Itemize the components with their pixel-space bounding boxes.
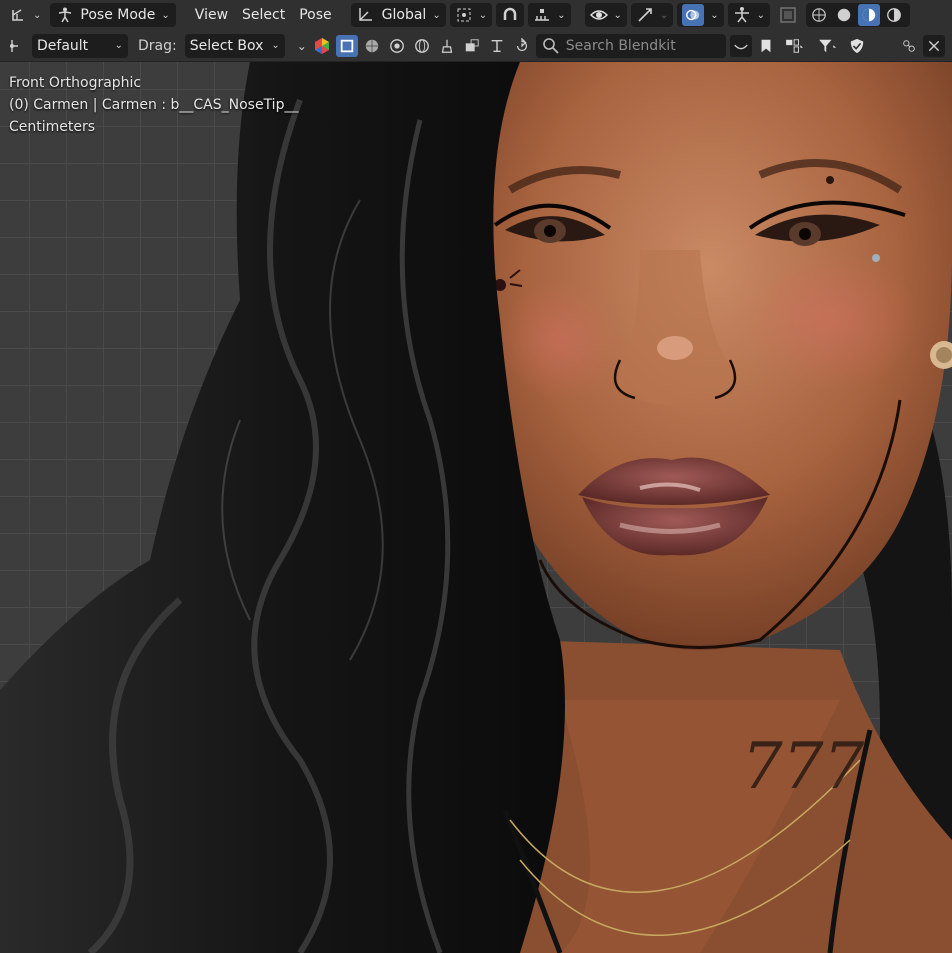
close-icon[interactable] [923, 34, 945, 57]
snap-target-dropdown[interactable]: ⌄ [528, 3, 571, 27]
tool-preset-dropdown[interactable]: Default ⌄ [32, 33, 128, 58]
snap-toggle[interactable] [496, 3, 525, 27]
overlays-icon[interactable] [682, 4, 705, 26]
tool-preset-label: Default [37, 37, 89, 54]
orientation-label: Global [381, 7, 427, 23]
search-icon [542, 37, 560, 55]
chevron-down-icon: ⌄ [710, 9, 719, 21]
chevron-down-icon: ⌄ [659, 9, 669, 21]
sphere-icon[interactable] [386, 35, 408, 57]
material-ball-icon[interactable] [361, 35, 383, 57]
shield-icon[interactable] [846, 35, 868, 57]
editor-type-button[interactable]: ⌄ [4, 3, 46, 27]
menu-pose[interactable]: Pose [294, 3, 336, 27]
character-render: 777 [0, 62, 952, 953]
magnet-icon [501, 6, 519, 24]
bone-overlay-dropdown[interactable]: ⌄ [727, 3, 771, 27]
rendered-shading-icon[interactable] [883, 4, 905, 26]
mode-label: Pose Mode [80, 7, 156, 23]
drag-dropdown[interactable]: Select Box ⌄ [184, 33, 285, 58]
units-label: Centimeters [9, 119, 96, 135]
xray-toggle[interactable] [774, 3, 802, 27]
search-placeholder: Search Blendkit [565, 37, 676, 54]
neck-tattoo-text: 777 [742, 730, 864, 804]
chevron-down-icon: ⌄ [161, 9, 170, 21]
material-shading-icon[interactable] [858, 4, 881, 26]
rotate-icon[interactable] [511, 35, 533, 57]
pivot-icon [455, 6, 473, 24]
chevron-down-icon: ⌄ [478, 9, 488, 21]
shading-group [806, 3, 911, 27]
addon-icon[interactable] [898, 35, 920, 57]
chevron-down-icon[interactable]: ⌄ [297, 39, 307, 53]
text-tool-icon[interactable] [486, 35, 508, 57]
pivot-point-dropdown[interactable]: ⌄ [449, 3, 493, 27]
snap-increment-icon [533, 6, 551, 24]
outliner-icon[interactable] [780, 35, 810, 57]
chevron-down-icon: ⌄ [432, 9, 441, 21]
viewport-overlay-text: Front Orthographic (0) Carmen | Carmen :… [9, 72, 298, 138]
chevron-down-icon: ⌄ [33, 9, 42, 21]
drag-value: Select Box [189, 37, 264, 54]
blendkit-search-input[interactable]: Search Blendkit [535, 33, 726, 58]
overlay-dropdown[interactable]: ⌄ [677, 3, 724, 27]
color-hexagon-icon[interactable] [311, 35, 333, 57]
bookmark-icon[interactable] [755, 35, 777, 57]
object-info: (0) Carmen | Carmen : b__CAS_NoseTip__ [9, 97, 299, 113]
visibility-dropdown[interactable]: ⌄ [584, 3, 627, 27]
pose-editor-icon [9, 6, 27, 24]
solid-shading-icon[interactable] [833, 4, 855, 26]
wireframe-shading-icon[interactable] [808, 4, 830, 26]
3d-viewport[interactable]: Front Orthographic (0) Carmen | Carmen :… [0, 62, 952, 953]
gizmo-icon [636, 6, 654, 24]
transform-orientation-dropdown[interactable]: Global ⌄ [350, 3, 446, 27]
chevron-down-icon: ⌄ [271, 40, 280, 51]
tool-settings-header: Default ⌄ Drag: Select Box ⌄ ⌄ Search Bl… [0, 30, 952, 62]
filter-icon[interactable] [813, 35, 843, 57]
axes-icon [356, 6, 374, 24]
view-name: Front Orthographic [9, 75, 142, 91]
world-icon[interactable] [411, 35, 433, 57]
chevron-down-icon: ⌄ [114, 40, 123, 51]
mode-dropdown[interactable]: Pose Mode ⌄ [50, 3, 176, 27]
armature-icon [733, 6, 751, 24]
drag-label: Drag: [138, 37, 177, 54]
gizmo-toggle[interactable]: ⌄ [630, 3, 674, 27]
eye-icon [589, 6, 608, 24]
chevron-down-icon: ⌄ [756, 9, 766, 21]
select-box-icon[interactable] [335, 34, 358, 57]
xray-icon [779, 6, 797, 24]
viewport-header: ⌄ Pose Mode ⌄ View Select Pose Global ⌄ … [0, 0, 952, 30]
chevron-down-icon: ⌄ [613, 9, 622, 21]
scene-icon[interactable] [461, 35, 483, 57]
brush-icon[interactable] [436, 35, 458, 57]
pose-mode-icon [56, 6, 74, 24]
menu-view[interactable]: View [190, 3, 233, 27]
curve-icon[interactable] [729, 34, 752, 57]
menu-select[interactable]: Select [237, 3, 290, 27]
chevron-down-icon: ⌄ [557, 9, 566, 21]
tool-icon [8, 37, 26, 55]
